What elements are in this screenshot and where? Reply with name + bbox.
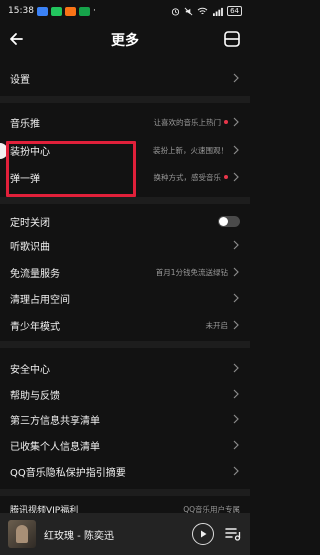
status-left: 15:38 · bbox=[8, 6, 96, 16]
play-button[interactable] bbox=[192, 523, 214, 545]
chevron-right-icon bbox=[233, 172, 239, 182]
menu-item-clean-storage[interactable]: 清理占用空间 bbox=[0, 284, 250, 312]
menu-item-label: 设置 bbox=[10, 74, 30, 86]
battery-indicator: 64 bbox=[227, 6, 242, 16]
player-controls bbox=[192, 523, 242, 545]
menu-item-privacy-summary[interactable]: QQ音乐隐私保护指引摘要 bbox=[0, 457, 250, 485]
section-divider bbox=[0, 197, 250, 204]
menu-item-free-flow[interactable]: 免流量服务 首月1分钱免流送绿钻 bbox=[0, 258, 250, 286]
status-right: 64 bbox=[171, 6, 242, 16]
menu-item-settings[interactable]: 设置 bbox=[0, 64, 250, 92]
menu-item-label: QQ音乐隐私保护指引摘要 bbox=[10, 467, 126, 479]
scan-icon[interactable] bbox=[221, 28, 243, 50]
app-badge-icon bbox=[36, 6, 48, 16]
menu-item-label: 帮助与反馈 bbox=[10, 390, 60, 402]
red-dot-badge bbox=[224, 120, 228, 124]
chevron-right-icon bbox=[233, 466, 239, 476]
playlist-icon[interactable] bbox=[224, 525, 242, 543]
back-arrow-icon[interactable] bbox=[6, 28, 28, 50]
menu-item-subtitle: 让喜欢的音乐上热门 bbox=[153, 117, 222, 127]
chevron-right-icon bbox=[233, 320, 239, 330]
menu-item-subtitle: 未开启 bbox=[205, 320, 229, 330]
section-divider bbox=[0, 489, 250, 496]
mini-player[interactable]: 红玫瑰 - 陈奕迅 bbox=[0, 513, 250, 555]
menu-item-subtitle: 装扮上新，火速围观！ bbox=[153, 145, 228, 155]
section-divider bbox=[0, 96, 250, 103]
signal-icon bbox=[213, 7, 223, 16]
menu-item-label: 青少年模式 bbox=[10, 321, 60, 333]
section-divider bbox=[0, 341, 250, 348]
menu-item-label: 音乐推 bbox=[10, 118, 40, 130]
menu-item-recognize[interactable]: 听歌识曲 bbox=[0, 231, 250, 259]
menu-item-third-party-list[interactable]: 第三方信息共享清单 bbox=[0, 405, 250, 433]
menu-item-help[interactable]: 帮助与反馈 bbox=[0, 380, 250, 408]
silent-icon bbox=[184, 7, 193, 15]
chevron-right-icon bbox=[233, 363, 239, 373]
highlight-box bbox=[6, 141, 136, 197]
chevron-right-icon bbox=[233, 73, 239, 83]
chevron-right-icon bbox=[233, 389, 239, 399]
menu-item-label: 已收集个人信息清单 bbox=[10, 441, 100, 453]
chevron-right-icon bbox=[233, 240, 239, 250]
toggle-knob bbox=[219, 216, 228, 226]
page-title: 更多 bbox=[111, 33, 139, 49]
menu-item-subtitle: 换种方式，感受音乐 bbox=[153, 172, 222, 182]
menu-item-label: 定时关闭 bbox=[10, 217, 50, 229]
status-bar: 15:38 · 64 bbox=[0, 0, 250, 22]
chevron-right-icon bbox=[233, 117, 239, 127]
menu-item-label: 免流量服务 bbox=[10, 268, 60, 280]
menu-item-music-push[interactable]: 音乐推 让喜欢的音乐上热门 bbox=[0, 108, 250, 136]
timer-toggle[interactable] bbox=[218, 215, 240, 227]
album-cover[interactable] bbox=[8, 520, 36, 548]
menu-item-label: 清理占用空间 bbox=[10, 294, 70, 306]
status-time: 15:38 bbox=[8, 6, 34, 16]
chevron-right-icon bbox=[233, 293, 239, 303]
menu-item-subtitle: 首月1分钱免流送绿钻 bbox=[155, 267, 228, 277]
wifi-icon bbox=[197, 7, 208, 14]
alarm-icon bbox=[171, 7, 180, 16]
red-dot-badge bbox=[224, 175, 228, 179]
chevron-right-icon bbox=[233, 145, 239, 155]
more-notifications-icon: · bbox=[92, 6, 96, 16]
menu-item-label: 安全中心 bbox=[10, 364, 50, 376]
play-icon bbox=[201, 530, 207, 538]
app-badge-icon bbox=[50, 6, 62, 16]
menu-item-personal-info-list[interactable]: 已收集个人信息清单 bbox=[0, 431, 250, 459]
now-playing-title: 红玫瑰 - 陈奕迅 bbox=[44, 530, 114, 542]
menu-item-label: 听歌识曲 bbox=[10, 241, 50, 253]
menu-item-security[interactable]: 安全中心 bbox=[0, 354, 250, 382]
menu-item-teen-mode[interactable]: 青少年模式 未开启 bbox=[0, 311, 250, 339]
app-badge-icon bbox=[78, 6, 90, 16]
chevron-right-icon bbox=[233, 267, 239, 277]
menu-item-label: 第三方信息共享清单 bbox=[10, 415, 100, 427]
app-badge-icon bbox=[64, 6, 76, 16]
nav-bar: 更多 bbox=[0, 22, 250, 58]
chevron-right-icon bbox=[233, 440, 239, 450]
chevron-right-icon bbox=[233, 414, 239, 424]
